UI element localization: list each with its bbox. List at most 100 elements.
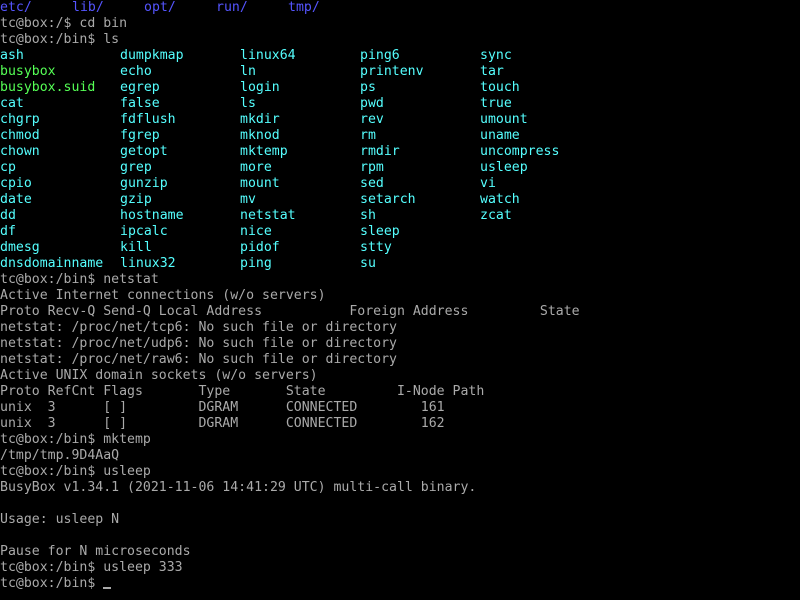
symlink-entry: mktemp bbox=[240, 144, 288, 159]
symlink-entry: cat bbox=[0, 96, 24, 111]
symlink-entry: dnsdomainname bbox=[0, 256, 104, 271]
symlink-entry: rmdir bbox=[360, 144, 400, 159]
symlink-entry: chmod bbox=[0, 128, 40, 143]
ls-row: dd hostname netstat sh zcat bbox=[0, 208, 800, 224]
symlink-entry: rev bbox=[360, 112, 384, 127]
symlink-entry: chgrp bbox=[0, 112, 40, 127]
symlink-entry: gzip bbox=[120, 192, 152, 207]
symlink-entry: su bbox=[360, 256, 376, 271]
ls-row: cp grep more rpm usleep bbox=[0, 160, 800, 176]
executable-entry: busybox.suid bbox=[0, 80, 96, 95]
symlink-entry: usleep bbox=[480, 160, 528, 175]
ls-row: cat false ls pwd true bbox=[0, 96, 800, 112]
shell-prompt: tc@box:/bin$ bbox=[0, 576, 96, 591]
symlink-entry: ping bbox=[240, 256, 272, 271]
symlink-entry: ash bbox=[0, 48, 24, 63]
symlink-entry: touch bbox=[480, 80, 520, 95]
directory-listing-row: etc/ lib/ opt/ run/ tmp/ bbox=[0, 0, 800, 16]
terminal-line: BusyBox v1.34.1 (2021-11-06 14:41:29 UTC… bbox=[0, 480, 477, 495]
dir-entry: opt/ bbox=[144, 0, 176, 15]
symlink-entry: hostname bbox=[120, 208, 184, 223]
symlink-entry: chown bbox=[0, 144, 40, 159]
netstat-header: Proto Recv-Q Send-Q Local Address Foreig… bbox=[0, 304, 580, 319]
terminal-line: Active Internet connections (w/o servers… bbox=[0, 288, 326, 303]
symlink-entry: false bbox=[120, 96, 160, 111]
symlink-entry: more bbox=[240, 160, 272, 175]
symlink-entry: ln bbox=[240, 64, 256, 79]
ls-row: chown getopt mktemp rmdir uncompress bbox=[0, 144, 800, 160]
symlink-entry: ls bbox=[240, 96, 256, 111]
symlink-entry: dd bbox=[0, 208, 16, 223]
socket-row: unix 3 [ ] DGRAM CONNECTED 162 bbox=[0, 416, 445, 431]
ls-row: date gzip mv setarch watch bbox=[0, 192, 800, 208]
symlink-entry: sh bbox=[360, 208, 376, 223]
terminal-line: tc@box:/bin$ mktemp bbox=[0, 432, 151, 447]
symlink-entry: egrep bbox=[120, 80, 160, 95]
command-prompt-line[interactable]: tc@box:/bin$ bbox=[0, 576, 800, 592]
terminal-line: Pause for N microseconds bbox=[0, 544, 191, 559]
dir-entry: lib/ bbox=[72, 0, 104, 15]
symlink-entry: umount bbox=[480, 112, 528, 127]
symlink-entry: stty bbox=[360, 240, 392, 255]
symlink-entry: linux64 bbox=[240, 48, 296, 63]
text-cursor bbox=[103, 587, 112, 589]
terminal-line: tc@box:/bin$ usleep 333 bbox=[0, 560, 183, 575]
terminal-line: netstat: /proc/net/raw6: No such file or… bbox=[0, 352, 397, 367]
terminal-line: tc@box:/bin$ ls bbox=[0, 32, 120, 47]
ls-row: chgrp fdflush mkdir rev umount bbox=[0, 112, 800, 128]
terminal-line: Usage: usleep N bbox=[0, 512, 120, 527]
symlink-entry: dumpkmap bbox=[120, 48, 184, 63]
symlink-entry: login bbox=[240, 80, 280, 95]
terminal-screen[interactable]: etc/ lib/ opt/ run/ tmp/ tc@box:/$ cd bi… bbox=[0, 0, 800, 600]
symlink-entry: ping6 bbox=[360, 48, 400, 63]
symlink-entry: sed bbox=[360, 176, 384, 191]
symlink-entry: sleep bbox=[360, 224, 400, 239]
symlink-entry: netstat bbox=[240, 208, 296, 223]
ls-output: ash dumpkmap linux64 ping6 sync busybox echo ln… bbox=[0, 48, 800, 272]
symlink-entry: true bbox=[480, 96, 512, 111]
ls-row: busybox echo ln printenv tar bbox=[0, 64, 800, 80]
symlink-entry: cpio bbox=[0, 176, 32, 191]
symlink-entry: uname bbox=[480, 128, 520, 143]
symlink-entry: zcat bbox=[480, 208, 512, 223]
socket-row: unix 3 [ ] DGRAM CONNECTED 161 bbox=[0, 400, 445, 415]
terminal-line: tc@box:/bin$ usleep bbox=[0, 464, 151, 479]
symlink-entry: dmesg bbox=[0, 240, 40, 255]
ls-row: dnsdomainname linux32 ping su bbox=[0, 256, 800, 272]
symlink-entry: grep bbox=[120, 160, 152, 175]
symlink-entry: date bbox=[0, 192, 32, 207]
terminal-line: /tmp/tmp.9D4AaQ bbox=[0, 448, 120, 463]
symlink-entry: mknod bbox=[240, 128, 280, 143]
symlink-entry: rpm bbox=[360, 160, 384, 175]
symlink-entry: mkdir bbox=[240, 112, 280, 127]
dir-entry: run/ bbox=[216, 0, 248, 15]
symlink-entry: cp bbox=[0, 160, 16, 175]
terminal-line: netstat: /proc/net/tcp6: No such file or… bbox=[0, 320, 397, 335]
dir-entry: etc/ bbox=[0, 0, 32, 15]
ls-row: chmod fgrep mknod rm uname bbox=[0, 128, 800, 144]
symlink-entry: df bbox=[0, 224, 16, 239]
symlink-entry: ps bbox=[360, 80, 376, 95]
symlink-entry: fdflush bbox=[120, 112, 176, 127]
symlink-entry: printenv bbox=[360, 64, 424, 79]
ls-row: cpio gunzip mount sed vi bbox=[0, 176, 800, 192]
symlink-entry: mount bbox=[240, 176, 280, 191]
symlink-entry: linux32 bbox=[120, 256, 176, 271]
symlink-entry: echo bbox=[120, 64, 152, 79]
executable-entry: busybox bbox=[0, 64, 56, 79]
ls-row: df ipcalc nice sleep bbox=[0, 224, 800, 240]
terminal-line: Active UNIX domain sockets (w/o servers) bbox=[0, 368, 318, 383]
symlink-entry: gunzip bbox=[120, 176, 168, 191]
terminal-line: netstat: /proc/net/udp6: No such file or… bbox=[0, 336, 397, 351]
netstat-unix-header: Proto RefCnt Flags Type State I-Node Pat… bbox=[0, 384, 485, 399]
terminal-line: tc@box:/$ cd bin bbox=[0, 16, 128, 31]
symlink-entry: setarch bbox=[360, 192, 416, 207]
terminal-line: tc@box:/bin$ netstat bbox=[0, 272, 159, 287]
ls-row: busybox.suid egrep login ps touch bbox=[0, 80, 800, 96]
symlink-entry: tar bbox=[480, 64, 504, 79]
symlink-entry: uncompress bbox=[480, 144, 560, 159]
symlink-entry: ipcalc bbox=[120, 224, 168, 239]
dir-entry: tmp/ bbox=[288, 0, 320, 15]
